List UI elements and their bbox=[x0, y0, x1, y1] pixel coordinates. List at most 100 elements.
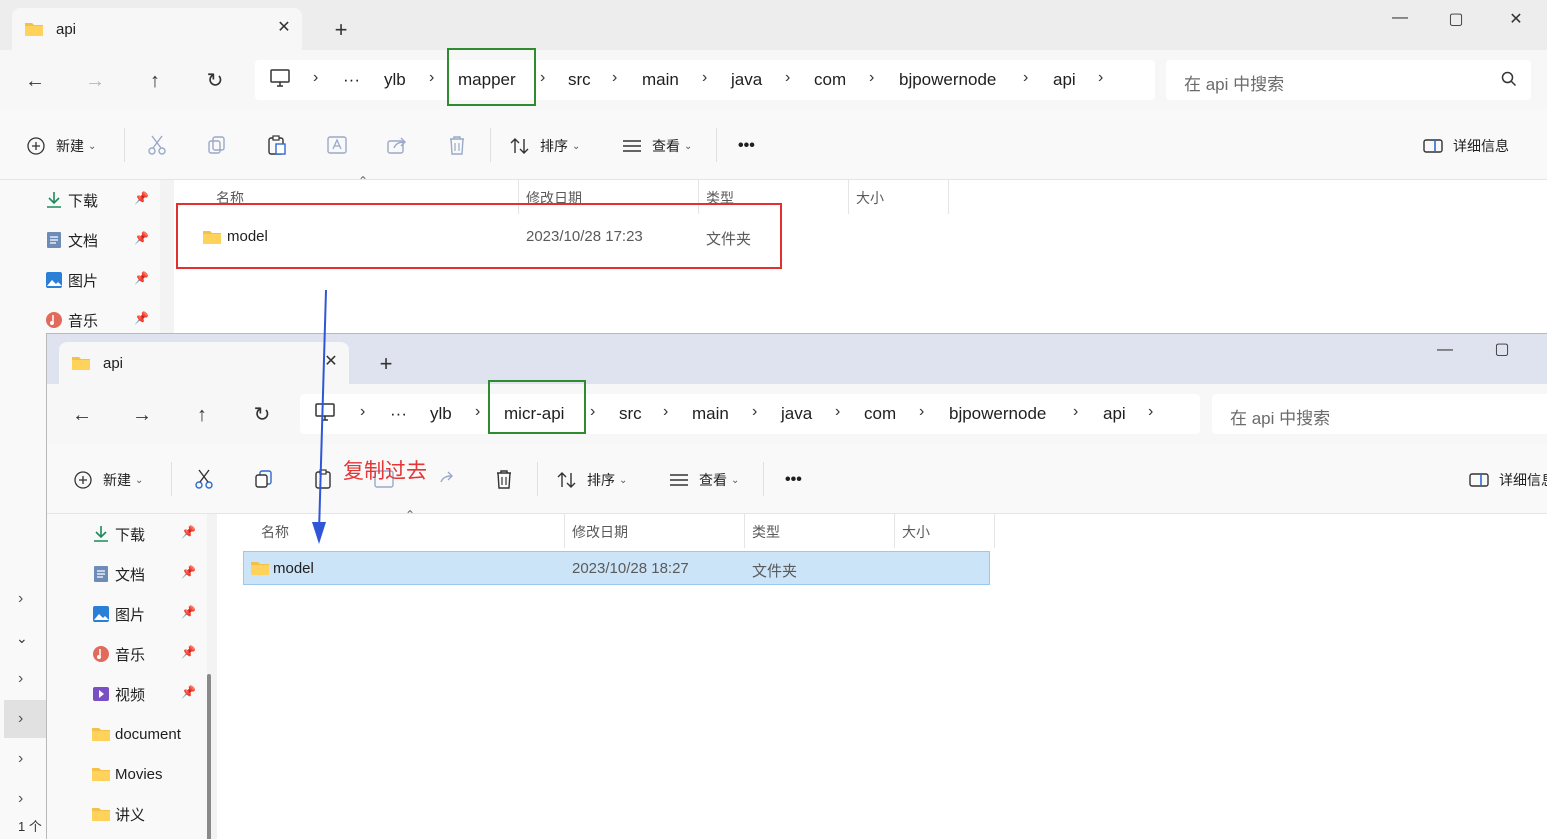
new-tab-button[interactable]: + bbox=[330, 19, 352, 41]
new-button[interactable]: 新建 ⌄ bbox=[73, 468, 143, 492]
close-tab-icon[interactable]: ✕ bbox=[274, 18, 294, 38]
column-header-name[interactable]: 名称 bbox=[261, 522, 289, 542]
column-header-modified[interactable]: 修改日期 bbox=[572, 522, 628, 542]
details-button[interactable]: 详细信息 bbox=[1469, 468, 1547, 492]
breadcrumb-java[interactable]: java bbox=[781, 404, 812, 424]
chevron-right-icon[interactable]: › bbox=[663, 403, 668, 421]
breadcrumb-api[interactable]: api bbox=[1103, 404, 1126, 424]
up-button[interactable]: ↑ bbox=[189, 402, 215, 428]
chevron-right-icon[interactable]: › bbox=[1098, 69, 1103, 87]
cut-icon[interactable] bbox=[146, 134, 168, 156]
chevron-right-icon[interactable]: › bbox=[18, 790, 23, 808]
tab-api[interactable]: api ✕ bbox=[12, 8, 302, 50]
details-button[interactable]: 详细信息 bbox=[1423, 134, 1509, 158]
pin-icon[interactable]: 📌 bbox=[134, 231, 149, 245]
chevron-right-icon[interactable]: › bbox=[1023, 69, 1028, 87]
search-icon[interactable] bbox=[1501, 71, 1517, 91]
breadcrumb-api[interactable]: api bbox=[1053, 70, 1076, 90]
breadcrumb-src[interactable]: src bbox=[568, 70, 591, 90]
breadcrumb-more[interactable]: ··· bbox=[343, 70, 360, 90]
table-row-selected[interactable]: model 2023/10/28 18:27 文件夹 bbox=[243, 551, 990, 585]
pin-icon[interactable]: 📌 bbox=[134, 191, 149, 205]
sidebar-item-pictures[interactable]: 图片 bbox=[44, 268, 98, 292]
paste-icon[interactable] bbox=[266, 134, 288, 156]
chevron-right-icon[interactable]: › bbox=[752, 403, 757, 421]
new-button[interactable]: 新建 ⌄ bbox=[26, 134, 96, 158]
chevron-right-icon[interactable]: › bbox=[540, 69, 545, 87]
sidebar-item-documents[interactable]: 文档 bbox=[91, 562, 145, 586]
up-button[interactable]: ↑ bbox=[142, 68, 168, 94]
delete-icon[interactable] bbox=[446, 134, 468, 156]
pin-icon[interactable]: 📌 bbox=[181, 685, 196, 699]
chevron-right-icon[interactable]: › bbox=[590, 403, 595, 421]
sort-button[interactable]: 排序 ⌄ bbox=[557, 468, 627, 492]
breadcrumb-more[interactable]: ··· bbox=[390, 404, 407, 424]
chevron-down-icon[interactable]: ⌄ bbox=[16, 630, 28, 647]
view-button[interactable]: 查看 ⌄ bbox=[622, 134, 692, 158]
column-header-size[interactable]: 大小 bbox=[902, 522, 930, 542]
share-icon[interactable] bbox=[386, 134, 408, 156]
pin-icon[interactable]: 📌 bbox=[134, 311, 149, 325]
sidebar-selected-item[interactable] bbox=[4, 700, 46, 738]
chevron-right-icon[interactable]: › bbox=[919, 403, 924, 421]
sort-button[interactable]: 排序 ⌄ bbox=[510, 134, 580, 158]
tab-api[interactable]: api ✕ bbox=[59, 342, 349, 384]
column-header-type[interactable]: 类型 bbox=[752, 522, 780, 542]
breadcrumb-ylb[interactable]: ylb bbox=[430, 404, 452, 424]
column-header-size[interactable]: 大小 bbox=[856, 188, 884, 208]
close-window-button[interactable]: ✕ bbox=[1504, 8, 1528, 32]
sidebar-item-lecture-notes[interactable]: 讲义 bbox=[91, 802, 145, 826]
pin-icon[interactable]: 📌 bbox=[181, 525, 196, 539]
more-button[interactable]: ••• bbox=[785, 468, 802, 492]
more-button[interactable]: ••• bbox=[738, 134, 755, 158]
chevron-right-icon[interactable]: › bbox=[869, 69, 874, 87]
chevron-right-icon[interactable]: › bbox=[835, 403, 840, 421]
chevron-right-icon[interactable]: › bbox=[429, 69, 434, 87]
breadcrumb-main[interactable]: main bbox=[642, 70, 679, 90]
copy-icon[interactable] bbox=[206, 134, 228, 156]
sidebar-item-downloads[interactable]: 下载 bbox=[91, 522, 145, 546]
sidebar-item-music[interactable]: 音乐 bbox=[44, 308, 98, 332]
chevron-right-icon[interactable]: › bbox=[1073, 403, 1078, 421]
view-button[interactable]: 查看 ⌄ bbox=[669, 468, 739, 492]
chevron-right-icon[interactable]: › bbox=[1148, 403, 1153, 421]
refresh-button[interactable]: ↻ bbox=[249, 402, 275, 428]
maximize-button[interactable]: ▢ bbox=[1444, 8, 1468, 32]
sidebar-item-document[interactable]: document bbox=[91, 722, 181, 746]
pin-icon[interactable]: 📌 bbox=[134, 271, 149, 285]
pin-icon[interactable]: 📌 bbox=[181, 645, 196, 659]
paste-icon[interactable] bbox=[313, 468, 335, 490]
this-pc-icon[interactable] bbox=[269, 68, 291, 93]
chevron-right-icon[interactable]: › bbox=[18, 750, 23, 768]
breadcrumb-bjpowernode[interactable]: bjpowernode bbox=[899, 70, 996, 90]
breadcrumb-main[interactable]: main bbox=[692, 404, 729, 424]
maximize-button[interactable]: ▢ bbox=[1490, 338, 1514, 362]
chevron-right-icon[interactable]: › bbox=[785, 69, 790, 87]
chevron-right-icon[interactable]: › bbox=[313, 69, 318, 87]
breadcrumb-ylb[interactable]: ylb bbox=[384, 70, 406, 90]
breadcrumb-bjpowernode[interactable]: bjpowernode bbox=[949, 404, 1046, 424]
chevron-right-icon[interactable]: › bbox=[475, 403, 480, 421]
rename-icon[interactable] bbox=[326, 134, 348, 156]
sidebar-item-pictures[interactable]: 图片 bbox=[91, 602, 145, 626]
sidebar-item-music[interactable]: 音乐 bbox=[91, 642, 145, 666]
close-tab-icon[interactable]: ✕ bbox=[321, 352, 341, 372]
chevron-right-icon[interactable]: › bbox=[360, 403, 365, 421]
chevron-right-icon[interactable]: › bbox=[18, 710, 23, 728]
share-icon[interactable] bbox=[433, 468, 455, 490]
chevron-right-icon[interactable]: › bbox=[612, 69, 617, 87]
sidebar-item-downloads[interactable]: 下载 bbox=[44, 188, 98, 212]
copy-icon[interactable] bbox=[253, 468, 275, 490]
delete-icon[interactable] bbox=[493, 468, 515, 490]
chevron-right-icon[interactable]: › bbox=[702, 69, 707, 87]
pin-icon[interactable]: 📌 bbox=[181, 565, 196, 579]
search-input[interactable]: 在 api 中搜索 bbox=[1212, 394, 1547, 434]
this-pc-icon[interactable] bbox=[314, 402, 336, 427]
search-input[interactable]: 在 api 中搜索 bbox=[1166, 60, 1531, 100]
cut-icon[interactable] bbox=[193, 468, 215, 490]
minimize-button[interactable]: — bbox=[1388, 6, 1412, 30]
minimize-button[interactable]: — bbox=[1433, 338, 1457, 362]
forward-button[interactable]: → bbox=[129, 402, 155, 428]
sidebar-item-documents[interactable]: 文档 bbox=[44, 228, 98, 252]
sidebar-item-videos[interactable]: 视频 bbox=[91, 682, 145, 706]
